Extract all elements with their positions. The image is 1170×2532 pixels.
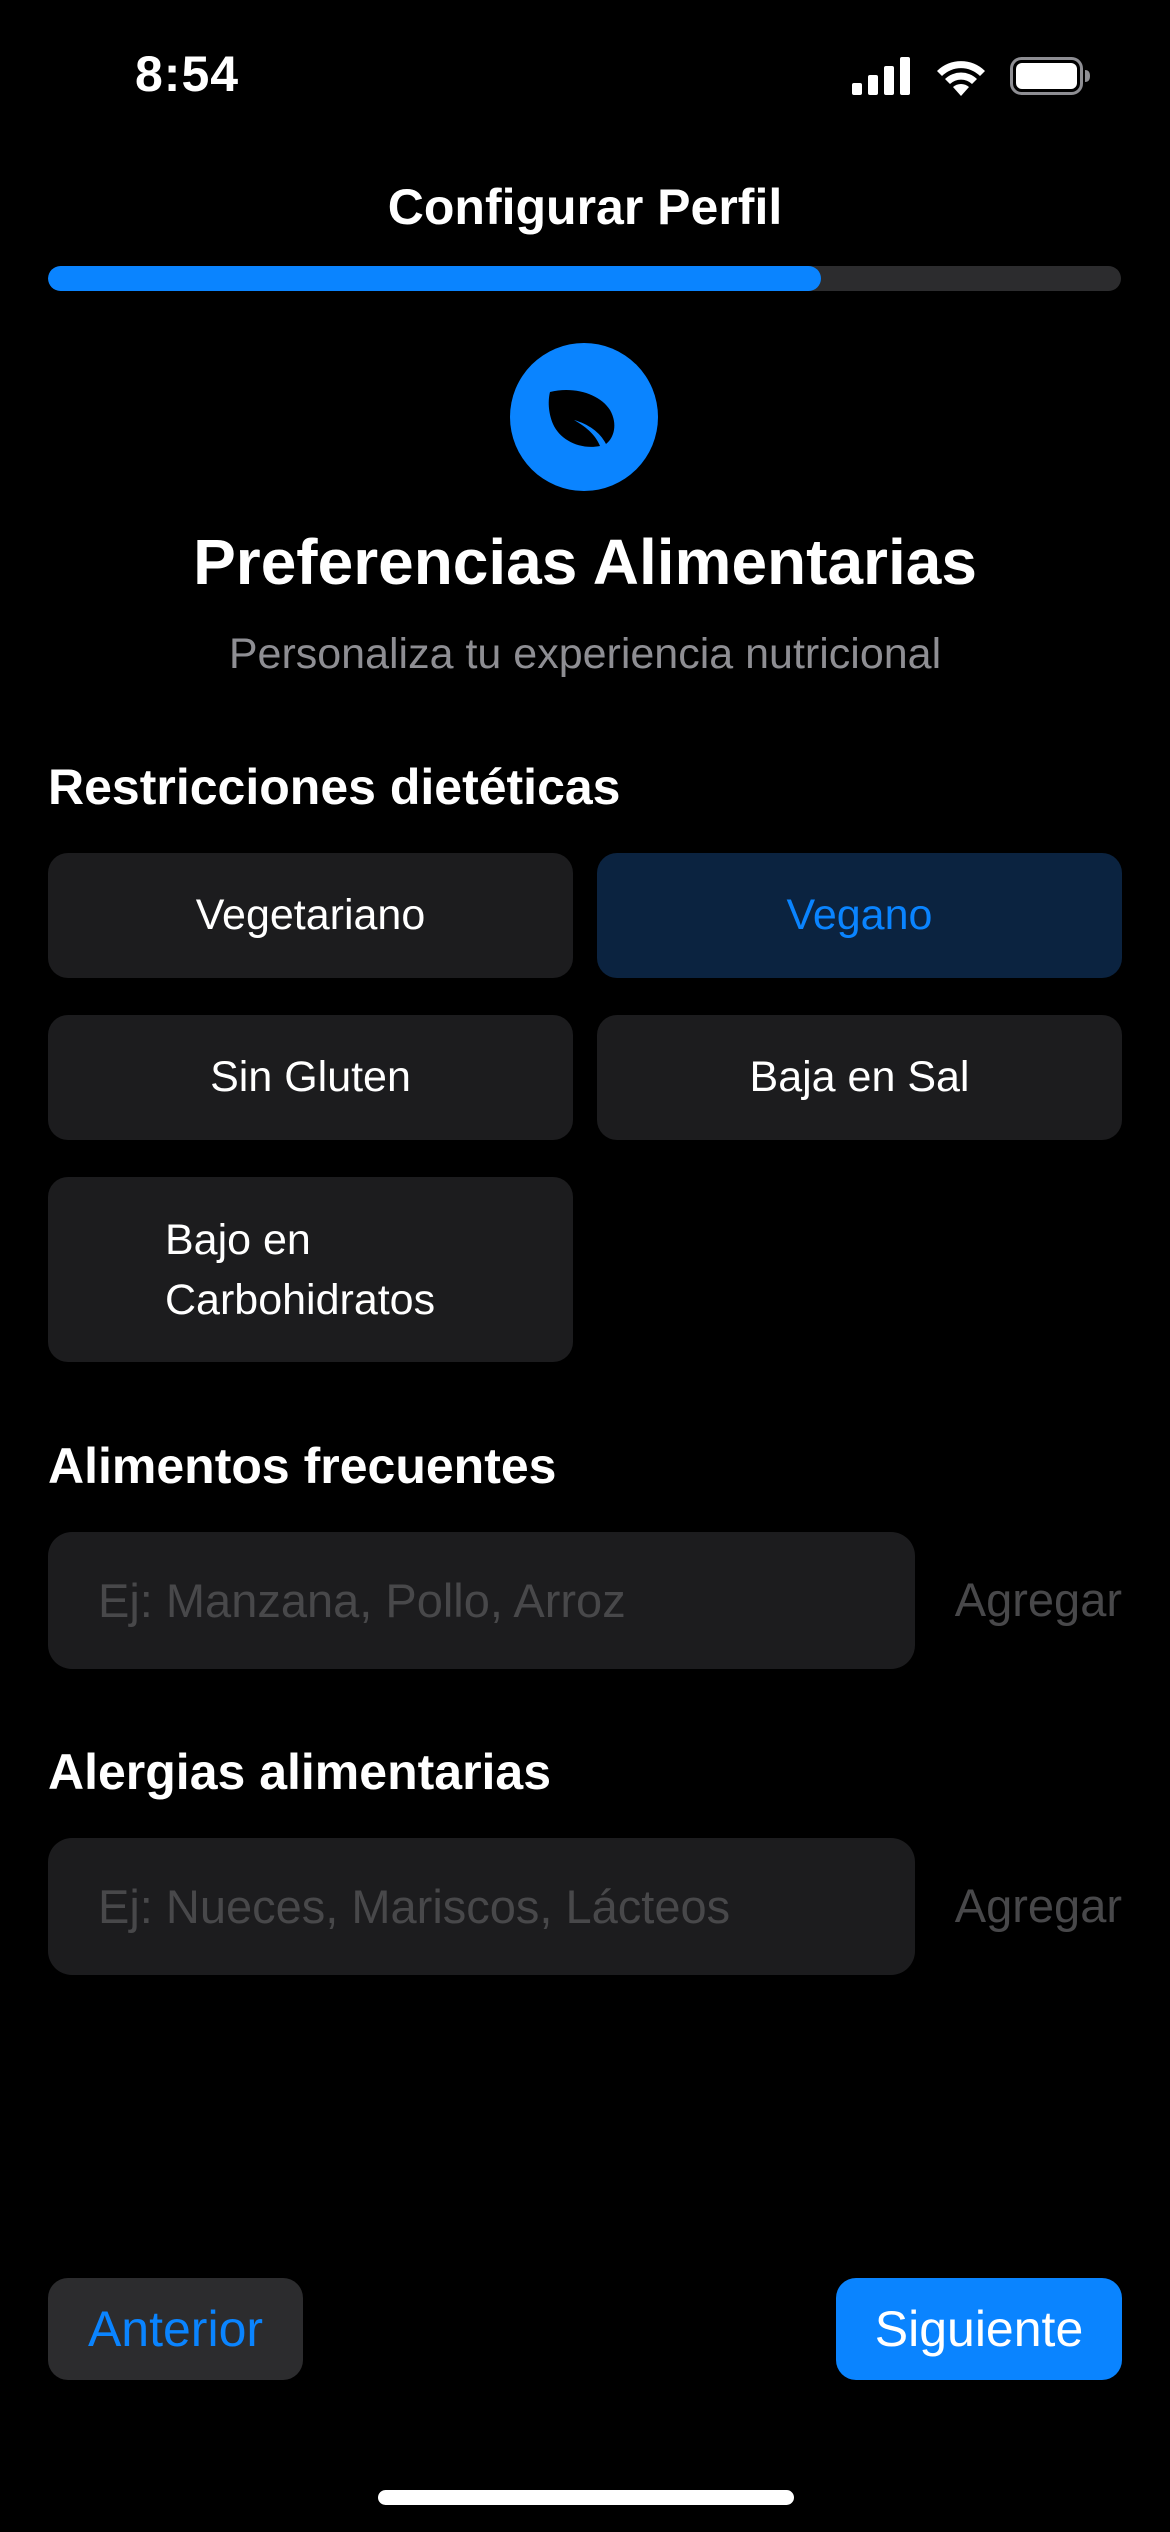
previous-button[interactable]: Anterior (48, 2278, 303, 2380)
frequent-foods-field[interactable] (48, 1532, 915, 1669)
restriction-option-vegetariano[interactable]: Vegetariano (48, 853, 573, 978)
leaf-icon (548, 390, 615, 447)
progress-fill (48, 266, 821, 291)
restriction-option-baja-en-sal[interactable]: Baja en Sal (597, 1015, 1122, 1140)
section-heading: Preferencias Alimentarias (193, 526, 977, 598)
allergies-title: Alergias alimentarias (48, 1744, 552, 1800)
section-subtitle: Personaliza tu experiencia nutricional (228, 630, 942, 678)
add-frequent-food-button[interactable]: Agregar (955, 1572, 1122, 1627)
hero-icon-badge (510, 343, 658, 491)
allergies-input[interactable] (96, 1878, 915, 1935)
allergies-field[interactable] (48, 1838, 915, 1975)
restriction-option-sin-gluten[interactable]: Sin Gluten (48, 1015, 573, 1140)
battery-icon (1010, 57, 1090, 95)
home-indicator (378, 2490, 794, 2505)
status-time: 8:54 (135, 46, 240, 102)
restriction-option-bajo-en-carbohidratos[interactable]: Bajo en Carbohidratos (48, 1177, 573, 1362)
restriction-option-label: Bajo en Carbohidratos (165, 1215, 436, 1324)
page-title: Configurar Perfil (387, 179, 783, 235)
frequent-foods-input[interactable] (96, 1572, 915, 1629)
progress-bar (48, 266, 1121, 291)
restriction-option-vegano[interactable]: Vegano (597, 853, 1122, 978)
frequent-foods-title: Alimentos frecuentes (48, 1438, 557, 1494)
add-allergy-button[interactable]: Agregar (955, 1878, 1122, 1933)
status-icons (852, 56, 1090, 96)
next-button[interactable]: Siguiente (836, 2278, 1122, 2380)
wifi-icon (937, 61, 985, 96)
cellular-signal-icon (852, 57, 910, 95)
restrictions-title: Restricciones dietéticas (48, 759, 621, 815)
